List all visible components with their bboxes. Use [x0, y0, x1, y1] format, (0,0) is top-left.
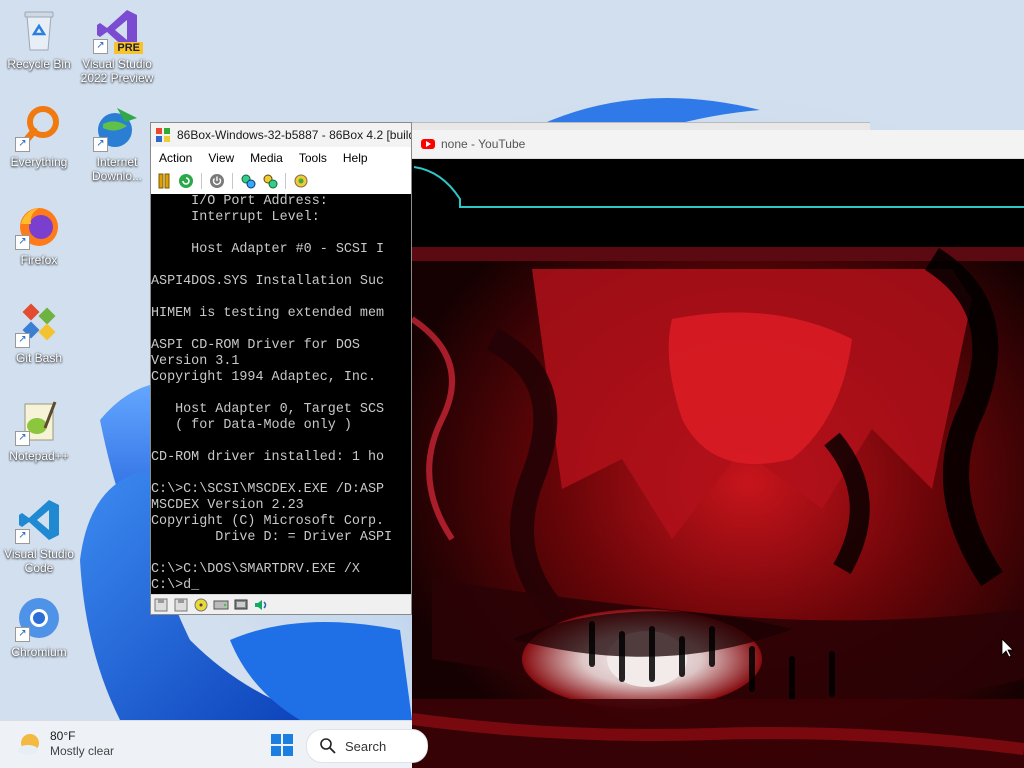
emulator-menubar: Action View Media Tools Help	[151, 147, 411, 169]
86box-app-icon	[156, 128, 170, 142]
weather-condition: Mostly clear	[50, 744, 115, 758]
dos-line: ASPI CD-ROM Driver for DOS	[151, 338, 360, 353]
emulator-toolbar	[151, 169, 411, 193]
dos-line: Copyright (C) Microsoft Corp.	[151, 514, 385, 529]
dos-line: ASPI4DOS.SYS Installation Suc	[151, 274, 385, 289]
shortcut-arrow-icon: ↗	[15, 431, 30, 446]
shortcut-arrow-icon: ↗	[15, 235, 30, 250]
desktop-icon-label: Visual Studio 2022 Preview	[80, 57, 154, 85]
firefox-icon: ↗	[15, 202, 63, 250]
emulator-titlebar[interactable]: 86Box-Windows-32-b5887 - 86Box 4.2 [buil…	[151, 123, 411, 147]
toolbar-separator	[232, 173, 233, 189]
shortcut-arrow-icon: ↗	[15, 627, 30, 642]
menu-tools[interactable]: Tools	[291, 151, 335, 165]
ctrl-alt-esc-icon[interactable]	[261, 172, 279, 190]
sound-icon[interactable]	[253, 598, 269, 612]
dos-line: C:\>C:\DOS\SMARTDRV.EXE /X	[151, 562, 360, 577]
dos-line: HIMEM is testing extended mem	[151, 306, 385, 321]
network-icon[interactable]	[233, 598, 249, 612]
youtube-window[interactable]: none - YouTube	[412, 130, 1024, 768]
desktop-icon-internet-download-manager[interactable]: ↗ Internet Downlo...	[79, 104, 155, 183]
desktop-icon-vscode[interactable]: ↗ Visual Studio Code	[1, 496, 77, 575]
desktop-icon-chromium[interactable]: ↗ Chromium	[1, 594, 77, 659]
toolbar-separator	[201, 173, 202, 189]
search-icon	[320, 738, 336, 754]
desktop-icon-label: Internet Downlo...	[91, 155, 143, 183]
dos-screen[interactable]: I/O Port Address: Interrupt Level: Host …	[151, 194, 411, 596]
weather-temperature: 80°F	[50, 729, 76, 743]
git-bash-icon: ↗	[15, 300, 63, 348]
desktop-icon-label: Git Bash	[15, 351, 63, 365]
menu-help[interactable]: Help	[335, 151, 376, 165]
desktop-icon-notepad-plus-plus[interactable]: ↗ Notepad++	[1, 398, 77, 463]
vscode-icon: ↗	[15, 496, 63, 544]
cdrom-icon[interactable]	[193, 598, 209, 612]
menu-media[interactable]: Media	[242, 151, 291, 165]
dos-line: CD-ROM driver installed: 1 ho	[151, 450, 385, 465]
dos-line: Interrupt Level:	[151, 210, 320, 225]
shortcut-arrow-icon: ↗	[15, 333, 30, 348]
emulator-statusbar	[151, 594, 411, 614]
pause-icon[interactable]	[155, 172, 173, 190]
desktop-icon-label: Recycle Bin	[7, 57, 71, 71]
desktop-icon-label: Everything	[10, 155, 68, 169]
shortcut-arrow-icon: ↗	[93, 137, 108, 152]
internet-download-manager-icon: ↗	[93, 104, 141, 152]
shortcut-arrow-icon: ↗	[15, 529, 30, 544]
recycle-bin-icon	[15, 6, 63, 54]
taskbar: 80°F Mostly clear Search	[0, 720, 428, 768]
shortcut-arrow-icon: ↗	[15, 137, 30, 152]
desktop-icon-git-bash[interactable]: ↗ Git Bash	[1, 300, 77, 365]
preview-badge: PRE	[114, 42, 143, 54]
toolbar-separator	[285, 173, 286, 189]
desktop-icon-everything[interactable]: ↗ Everything	[1, 104, 77, 169]
search-label: Search	[345, 738, 387, 754]
visual-studio-preview-icon: PRE ↗	[93, 6, 143, 54]
desktop-icon-label: Visual Studio Code	[4, 547, 74, 575]
video-frame[interactable]	[412, 159, 1024, 768]
dos-line: C:\>d_	[151, 578, 200, 593]
emulator-window[interactable]: 86Box-Windows-32-b5887 - 86Box 4.2 [buil…	[150, 122, 412, 615]
chromium-icon: ↗	[15, 594, 63, 642]
youtube-icon	[421, 139, 435, 149]
reset-icon[interactable]	[177, 172, 195, 190]
emulator-title: 86Box-Windows-32-b5887 - 86Box 4.2 [buil…	[177, 128, 411, 142]
weather-widget[interactable]: 80°F Mostly clear	[16, 729, 114, 759]
dos-line: Drive D: = Driver ASPI	[151, 530, 393, 545]
floppy-a-icon[interactable]	[153, 598, 169, 612]
shortcut-arrow-icon: ↗	[93, 39, 108, 54]
desktop-icon-recycle-bin[interactable]: Recycle Bin	[1, 6, 77, 71]
dos-line: Copyright 1994 Adaptec, Inc.	[151, 370, 376, 385]
dos-line: Host Adapter 0, Target SCS	[151, 402, 385, 417]
desktop-icon-firefox[interactable]: ↗ Firefox	[1, 202, 77, 267]
notepad-plus-plus-icon: ↗	[15, 398, 63, 446]
desktop: Recycle Bin PRE ↗ Visual Studio 2022 Pre…	[0, 0, 1024, 768]
floppy-b-icon[interactable]	[173, 598, 189, 612]
dos-line: Version 3.1	[151, 354, 240, 369]
start-button[interactable]	[270, 733, 294, 757]
settings-icon[interactable]	[292, 172, 310, 190]
menu-action[interactable]: Action	[151, 151, 200, 165]
dos-line: Host Adapter #0 - SCSI I	[151, 242, 385, 257]
everything-search-icon: ↗	[15, 104, 63, 152]
dos-line: ( for Data-Mode only )	[151, 418, 352, 433]
power-icon[interactable]	[208, 172, 226, 190]
windows-logo-icon	[271, 734, 293, 756]
youtube-tab-title: none - YouTube	[441, 137, 526, 151]
ctrl-alt-del-icon[interactable]	[239, 172, 257, 190]
desktop-icon-visual-studio-preview[interactable]: PRE ↗ Visual Studio 2022 Preview	[79, 6, 155, 85]
hard-disk-icon[interactable]	[213, 598, 229, 612]
menu-view[interactable]: View	[200, 151, 242, 165]
desktop-icon-label: Notepad++	[9, 449, 69, 463]
dos-line: I/O Port Address:	[151, 194, 328, 209]
weather-moon-icon	[18, 734, 39, 755]
youtube-titlebar[interactable]: none - YouTube	[412, 130, 1024, 159]
dos-console-output: I/O Port Address: Interrupt Level: Host …	[151, 194, 411, 594]
desktop-icon-label: Chromium	[11, 645, 67, 659]
taskbar-search-box[interactable]: Search	[306, 729, 428, 763]
dos-line: C:\>C:\SCSI\MSCDEX.EXE /D:ASP	[151, 482, 385, 497]
desktop-icon-label: Firefox	[20, 253, 58, 267]
dos-line: MSCDEX Version 2.23	[151, 498, 304, 513]
